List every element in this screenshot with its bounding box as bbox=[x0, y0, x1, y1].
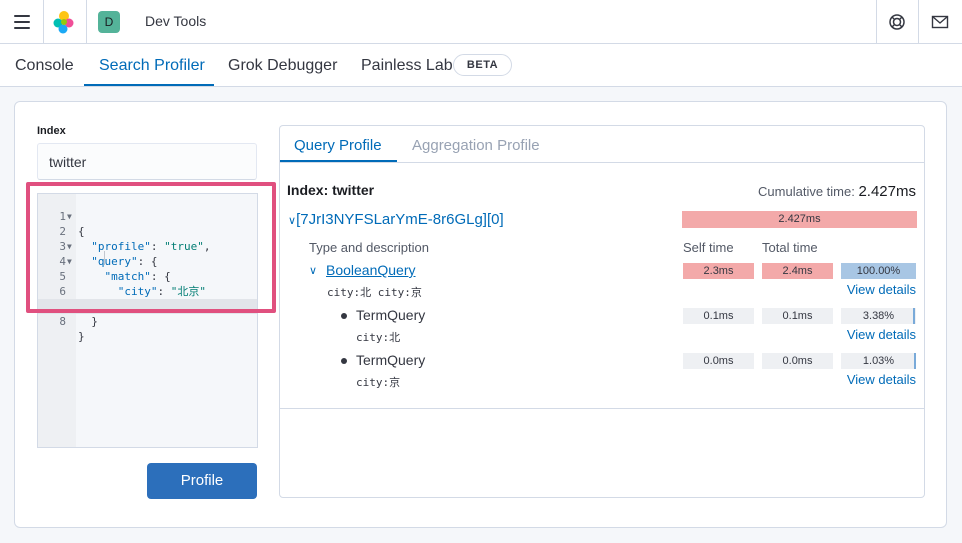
tab-query-profile[interactable]: Query Profile bbox=[294, 137, 382, 154]
total-time-cell: 0.0ms bbox=[762, 353, 833, 369]
shard-time-bar: 2.427ms bbox=[682, 211, 917, 228]
self-time-cell: 2.3ms bbox=[683, 263, 754, 279]
tab-painless-lab[interactable]: Painless Lab bbox=[361, 57, 453, 75]
index-input[interactable]: twitter bbox=[37, 143, 257, 180]
space-avatar[interactable]: D bbox=[98, 11, 120, 33]
column-self-time: Self time bbox=[683, 240, 734, 255]
query-description: city:京 bbox=[356, 376, 401, 389]
chevron-down-icon: ∨ bbox=[288, 215, 297, 227]
results-tab-divider bbox=[280, 162, 924, 163]
tab-grok-debugger[interactable]: Grok Debugger bbox=[228, 57, 337, 75]
beta-badge: BETA bbox=[453, 54, 512, 76]
active-tab-underline bbox=[84, 84, 214, 86]
percentage-bar bbox=[913, 308, 915, 324]
tab-aggregation-profile[interactable]: Aggregation Profile bbox=[412, 137, 540, 154]
mail-icon[interactable] bbox=[931, 13, 949, 31]
results-footer-divider bbox=[280, 408, 924, 409]
help-lifebuoy-icon[interactable] bbox=[887, 12, 907, 32]
bullet-icon bbox=[341, 313, 347, 319]
bullet-icon bbox=[341, 358, 347, 364]
index-title: Index: twitter bbox=[287, 182, 375, 198]
tab-search-profiler[interactable]: Search Profiler bbox=[99, 57, 205, 75]
column-type-description: Type and description bbox=[309, 240, 429, 255]
percentage-bar bbox=[914, 353, 916, 369]
tab-console[interactable]: Console bbox=[15, 57, 74, 75]
index-label: Index bbox=[37, 125, 66, 137]
query-description: city:北 bbox=[356, 331, 401, 344]
shard-toggle[interactable]: ∨[7JrI3NYFSLarYmE-8r6GLg][0] bbox=[288, 211, 504, 228]
total-time-cell: 2.4ms bbox=[762, 263, 833, 279]
query-name-boolean[interactable]: BooleanQuery bbox=[326, 262, 416, 278]
percentage-cell: 1.03% bbox=[841, 353, 916, 369]
shard-id: [7JrI3NYFSLarYmE-8r6GLg][0] bbox=[296, 211, 504, 228]
query-name-term: TermQuery bbox=[356, 307, 426, 323]
profile-button[interactable]: Profile bbox=[147, 463, 257, 499]
self-time-cell: 0.0ms bbox=[683, 353, 754, 369]
query-description: city:北 city:京 bbox=[327, 286, 422, 299]
percentage-cell: 3.38% bbox=[841, 308, 916, 324]
percentage-cell: 100.00% bbox=[841, 263, 916, 279]
view-details-link[interactable]: View details bbox=[847, 282, 916, 297]
query-name-term: TermQuery bbox=[356, 352, 426, 368]
app-title: Dev Tools bbox=[145, 13, 207, 29]
hamburger-icon[interactable] bbox=[12, 12, 32, 32]
total-time-cell: 0.1ms bbox=[762, 308, 833, 324]
annotation-highlight-box bbox=[26, 182, 276, 313]
column-total-time: Total time bbox=[762, 240, 818, 255]
elastic-logo-icon[interactable] bbox=[52, 10, 76, 34]
top-header: D Dev Tools bbox=[0, 0, 962, 44]
devtools-tabs: Console Search Profiler Grok Debugger Pa… bbox=[0, 44, 962, 87]
cumulative-time: Cumulative time: 2.427ms bbox=[758, 183, 916, 200]
view-details-link[interactable]: View details bbox=[847, 327, 916, 342]
chevron-down-icon[interactable]: ∨ bbox=[309, 264, 317, 277]
self-time-cell: 0.1ms bbox=[683, 308, 754, 324]
view-details-link[interactable]: View details bbox=[847, 372, 916, 387]
